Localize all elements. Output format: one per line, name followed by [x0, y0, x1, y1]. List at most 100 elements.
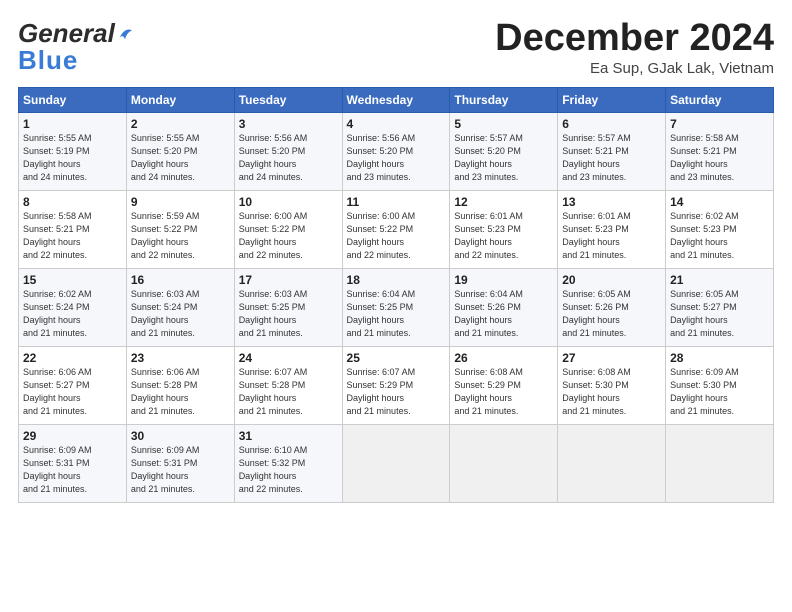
table-row	[342, 424, 450, 502]
table-row: 27 Sunrise: 6:08 AM Sunset: 5:30 PM Dayl…	[558, 346, 666, 424]
day-number: 12	[454, 195, 553, 209]
day-info: Sunrise: 6:07 AM Sunset: 5:28 PM Dayligh…	[239, 366, 338, 418]
title-block: December 2024 Ea Sup, GJak Lak, Vietnam	[495, 18, 774, 77]
calendar-week-row: 22 Sunrise: 6:06 AM Sunset: 5:27 PM Dayl…	[19, 346, 774, 424]
table-row: 31 Sunrise: 6:10 AM Sunset: 5:32 PM Dayl…	[234, 424, 342, 502]
table-row: 19 Sunrise: 6:04 AM Sunset: 5:26 PM Dayl…	[450, 268, 558, 346]
day-number: 13	[562, 195, 661, 209]
day-info: Sunrise: 6:08 AM Sunset: 5:30 PM Dayligh…	[562, 366, 661, 418]
day-number: 24	[239, 351, 338, 365]
day-number: 4	[347, 117, 446, 131]
day-info: Sunrise: 5:55 AM Sunset: 5:19 PM Dayligh…	[23, 132, 122, 184]
calendar-week-row: 1 Sunrise: 5:55 AM Sunset: 5:19 PM Dayli…	[19, 112, 774, 190]
calendar-header-row: Sunday Monday Tuesday Wednesday Thursday…	[19, 87, 774, 112]
day-number: 3	[239, 117, 338, 131]
table-row	[558, 424, 666, 502]
table-row: 28 Sunrise: 6:09 AM Sunset: 5:30 PM Dayl…	[666, 346, 774, 424]
table-row: 24 Sunrise: 6:07 AM Sunset: 5:28 PM Dayl…	[234, 346, 342, 424]
logo-swoosh-icon	[116, 25, 134, 43]
table-row: 5 Sunrise: 5:57 AM Sunset: 5:20 PM Dayli…	[450, 112, 558, 190]
day-info: Sunrise: 6:10 AM Sunset: 5:32 PM Dayligh…	[239, 444, 338, 496]
day-number: 27	[562, 351, 661, 365]
day-number: 9	[131, 195, 230, 209]
day-info: Sunrise: 5:56 AM Sunset: 5:20 PM Dayligh…	[239, 132, 338, 184]
day-number: 1	[23, 117, 122, 131]
day-info: Sunrise: 6:05 AM Sunset: 5:26 PM Dayligh…	[562, 288, 661, 340]
table-row: 7 Sunrise: 5:58 AM Sunset: 5:21 PM Dayli…	[666, 112, 774, 190]
day-number: 11	[347, 195, 446, 209]
table-row: 10 Sunrise: 6:00 AM Sunset: 5:22 PM Dayl…	[234, 190, 342, 268]
day-info: Sunrise: 6:01 AM Sunset: 5:23 PM Dayligh…	[562, 210, 661, 262]
day-number: 18	[347, 273, 446, 287]
day-info: Sunrise: 6:09 AM Sunset: 5:30 PM Dayligh…	[670, 366, 769, 418]
col-thursday: Thursday	[450, 87, 558, 112]
table-row: 1 Sunrise: 5:55 AM Sunset: 5:19 PM Dayli…	[19, 112, 127, 190]
day-number: 23	[131, 351, 230, 365]
calendar-week-row: 15 Sunrise: 6:02 AM Sunset: 5:24 PM Dayl…	[19, 268, 774, 346]
day-info: Sunrise: 5:58 AM Sunset: 5:21 PM Dayligh…	[23, 210, 122, 262]
col-wednesday: Wednesday	[342, 87, 450, 112]
table-row: 21 Sunrise: 6:05 AM Sunset: 5:27 PM Dayl…	[666, 268, 774, 346]
day-number: 29	[23, 429, 122, 443]
page: General Blue December 2024 Ea Sup, GJak …	[0, 0, 792, 513]
table-row: 23 Sunrise: 6:06 AM Sunset: 5:28 PM Dayl…	[126, 346, 234, 424]
table-row: 8 Sunrise: 5:58 AM Sunset: 5:21 PM Dayli…	[19, 190, 127, 268]
day-info: Sunrise: 6:05 AM Sunset: 5:27 PM Dayligh…	[670, 288, 769, 340]
day-number: 14	[670, 195, 769, 209]
col-sunday: Sunday	[19, 87, 127, 112]
day-info: Sunrise: 6:09 AM Sunset: 5:31 PM Dayligh…	[23, 444, 122, 496]
calendar-week-row: 8 Sunrise: 5:58 AM Sunset: 5:21 PM Dayli…	[19, 190, 774, 268]
day-info: Sunrise: 6:07 AM Sunset: 5:29 PM Dayligh…	[347, 366, 446, 418]
day-number: 28	[670, 351, 769, 365]
day-info: Sunrise: 6:01 AM Sunset: 5:23 PM Dayligh…	[454, 210, 553, 262]
table-row	[666, 424, 774, 502]
table-row: 4 Sunrise: 5:56 AM Sunset: 5:20 PM Dayli…	[342, 112, 450, 190]
day-info: Sunrise: 5:56 AM Sunset: 5:20 PM Dayligh…	[347, 132, 446, 184]
table-row: 3 Sunrise: 5:56 AM Sunset: 5:20 PM Dayli…	[234, 112, 342, 190]
day-number: 25	[347, 351, 446, 365]
table-row: 26 Sunrise: 6:08 AM Sunset: 5:29 PM Dayl…	[450, 346, 558, 424]
table-row: 22 Sunrise: 6:06 AM Sunset: 5:27 PM Dayl…	[19, 346, 127, 424]
logo-blue-text: Blue	[18, 45, 134, 76]
col-monday: Monday	[126, 87, 234, 112]
day-info: Sunrise: 6:00 AM Sunset: 5:22 PM Dayligh…	[347, 210, 446, 262]
day-info: Sunrise: 6:06 AM Sunset: 5:28 PM Dayligh…	[131, 366, 230, 418]
day-info: Sunrise: 6:03 AM Sunset: 5:25 PM Dayligh…	[239, 288, 338, 340]
table-row: 11 Sunrise: 6:00 AM Sunset: 5:22 PM Dayl…	[342, 190, 450, 268]
day-info: Sunrise: 6:02 AM Sunset: 5:23 PM Dayligh…	[670, 210, 769, 262]
day-number: 26	[454, 351, 553, 365]
day-number: 5	[454, 117, 553, 131]
day-info: Sunrise: 5:55 AM Sunset: 5:20 PM Dayligh…	[131, 132, 230, 184]
table-row: 25 Sunrise: 6:07 AM Sunset: 5:29 PM Dayl…	[342, 346, 450, 424]
day-info: Sunrise: 6:09 AM Sunset: 5:31 PM Dayligh…	[131, 444, 230, 496]
month-title: December 2024	[495, 18, 774, 60]
day-info: Sunrise: 6:06 AM Sunset: 5:27 PM Dayligh…	[23, 366, 122, 418]
logo: General Blue	[18, 18, 134, 76]
table-row: 16 Sunrise: 6:03 AM Sunset: 5:24 PM Dayl…	[126, 268, 234, 346]
day-number: 8	[23, 195, 122, 209]
table-row: 15 Sunrise: 6:02 AM Sunset: 5:24 PM Dayl…	[19, 268, 127, 346]
day-number: 2	[131, 117, 230, 131]
table-row: 13 Sunrise: 6:01 AM Sunset: 5:23 PM Dayl…	[558, 190, 666, 268]
day-info: Sunrise: 6:02 AM Sunset: 5:24 PM Dayligh…	[23, 288, 122, 340]
day-number: 15	[23, 273, 122, 287]
day-info: Sunrise: 6:04 AM Sunset: 5:26 PM Dayligh…	[454, 288, 553, 340]
table-row: 17 Sunrise: 6:03 AM Sunset: 5:25 PM Dayl…	[234, 268, 342, 346]
day-info: Sunrise: 5:57 AM Sunset: 5:20 PM Dayligh…	[454, 132, 553, 184]
table-row: 14 Sunrise: 6:02 AM Sunset: 5:23 PM Dayl…	[666, 190, 774, 268]
day-number: 19	[454, 273, 553, 287]
day-info: Sunrise: 6:03 AM Sunset: 5:24 PM Dayligh…	[131, 288, 230, 340]
table-row: 9 Sunrise: 5:59 AM Sunset: 5:22 PM Dayli…	[126, 190, 234, 268]
table-row: 30 Sunrise: 6:09 AM Sunset: 5:31 PM Dayl…	[126, 424, 234, 502]
col-saturday: Saturday	[666, 87, 774, 112]
day-number: 21	[670, 273, 769, 287]
table-row: 12 Sunrise: 6:01 AM Sunset: 5:23 PM Dayl…	[450, 190, 558, 268]
day-number: 20	[562, 273, 661, 287]
day-info: Sunrise: 6:00 AM Sunset: 5:22 PM Dayligh…	[239, 210, 338, 262]
table-row: 20 Sunrise: 6:05 AM Sunset: 5:26 PM Dayl…	[558, 268, 666, 346]
table-row: 6 Sunrise: 5:57 AM Sunset: 5:21 PM Dayli…	[558, 112, 666, 190]
table-row: 29 Sunrise: 6:09 AM Sunset: 5:31 PM Dayl…	[19, 424, 127, 502]
day-info: Sunrise: 5:58 AM Sunset: 5:21 PM Dayligh…	[670, 132, 769, 184]
col-friday: Friday	[558, 87, 666, 112]
day-number: 6	[562, 117, 661, 131]
